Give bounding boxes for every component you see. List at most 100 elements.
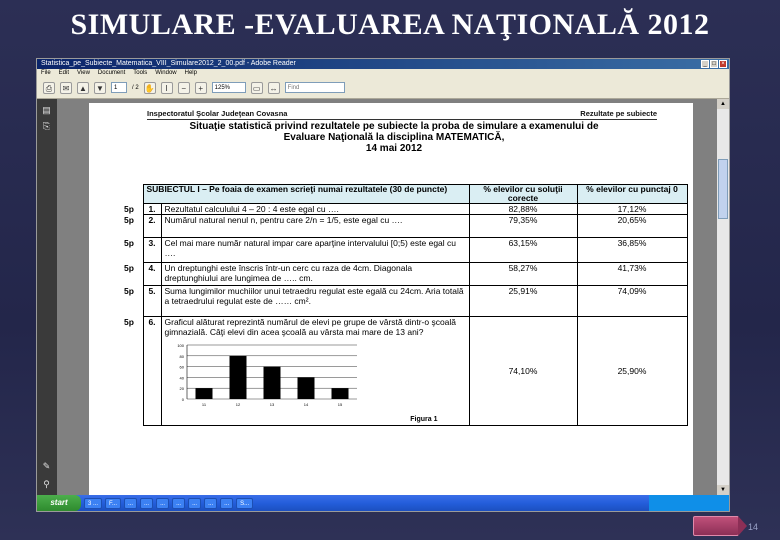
bar: [229, 355, 246, 399]
row-zero: 41,73%: [576, 262, 688, 286]
document-title: Situaţie statistică privind rezultatele …: [129, 121, 659, 154]
header-correct: % elevilor cu soluţii corecte: [468, 184, 578, 204]
taskbar-item[interactable]: ...: [140, 497, 154, 509]
row-points: 5p: [124, 237, 134, 248]
attachments-icon[interactable]: ⎘: [40, 121, 53, 131]
taskbar-item[interactable]: S...: [236, 497, 254, 509]
window-title: Statistica_pe_Subiecte_Matematica_VIII_S…: [41, 60, 296, 67]
menu-document[interactable]: Document: [98, 69, 125, 77]
document-header: Inspectoratul Şcolar Judeţean Covasna Re…: [147, 109, 657, 120]
taskbar-item[interactable]: 3 ...: [84, 497, 103, 509]
scroll-down-icon[interactable]: ▼: [717, 485, 729, 495]
row-zero: 17,12%: [576, 203, 688, 215]
paperclip-icon[interactable]: ⚲: [40, 479, 53, 489]
table-row: 5p 1. Rezultatul calculului 4 – 20 : 4 e…: [121, 203, 688, 215]
scroll-up-icon[interactable]: ▲: [717, 99, 729, 109]
taskbar-item[interactable]: ...: [188, 497, 202, 509]
row-question: Cel mai mare număr natural impar care ap…: [160, 237, 470, 263]
bar: [297, 377, 314, 399]
row-number: 5.: [142, 285, 162, 317]
fit-width-icon[interactable]: ↔: [267, 81, 280, 94]
next-slide-button[interactable]: [693, 516, 747, 536]
maximize-icon[interactable]: □: [710, 60, 718, 68]
taskbar-item[interactable]: ...: [156, 497, 170, 509]
menu-edit[interactable]: Edit: [59, 69, 69, 77]
x-tick-label: 15: [337, 402, 342, 407]
row-zero: 36,85%: [576, 237, 688, 263]
y-tick-label: 100: [177, 343, 184, 348]
slide-title: SIMULARE -EVALUAREA NAŢIONALĂ 2012: [70, 8, 710, 41]
page-number-input[interactable]: 1: [111, 82, 127, 93]
table-row: 5p 5. Suma lungimilor muchiilor unui tet…: [121, 285, 688, 317]
print-icon[interactable]: ⎙: [43, 81, 55, 94]
taskbar-item[interactable]: ...: [124, 497, 138, 509]
fit-page-icon[interactable]: ▭: [250, 81, 263, 94]
bar-chart-svg: 0 20 40 60 80 100 11 12 13 14 15: [177, 343, 357, 407]
comments-icon[interactable]: ✎: [40, 461, 53, 471]
question-6-text: Graficul alăturat reprezintă numărul de …: [164, 317, 457, 337]
bar: [263, 366, 280, 399]
find-input[interactable]: Find: [284, 82, 345, 93]
row-correct: 25,91%: [468, 285, 578, 317]
toolbar: ⎙ ✉ ▲ ▼ 1 / 2 ✋ I − + 125% ▭ ↔ Find: [37, 77, 729, 99]
minimize-icon[interactable]: _: [701, 60, 709, 68]
select-tool-icon[interactable]: I: [160, 81, 173, 94]
y-tick-label: 20: [179, 386, 184, 391]
menu-tools[interactable]: Tools: [133, 69, 147, 77]
x-tick-label: 13: [269, 402, 274, 407]
title-line-1: Situaţie statistică privind rezultatele …: [189, 121, 599, 132]
slide-page-number: 14: [748, 522, 759, 532]
x-tick-label: 12: [235, 402, 240, 407]
menu-help[interactable]: Help: [185, 69, 197, 77]
row-number: 3.: [142, 237, 162, 263]
zoom-out-icon[interactable]: −: [177, 81, 190, 94]
page-total: / 2: [132, 84, 139, 91]
taskbar-item[interactable]: F...: [105, 497, 122, 509]
zoom-in-icon[interactable]: +: [194, 81, 207, 94]
pages-icon[interactable]: ▤: [40, 105, 53, 115]
close-icon[interactable]: ×: [719, 60, 727, 68]
menu-file[interactable]: File: [41, 69, 51, 77]
table-row: 5p 3. Cel mai mare număr natural impar c…: [121, 237, 688, 263]
zoom-input[interactable]: 125%: [211, 82, 246, 93]
menu-bar: File Edit View Document Tools Window Hel…: [37, 69, 729, 77]
menu-view[interactable]: View: [77, 69, 90, 77]
title-line-3: 14 mai 2012: [365, 143, 423, 154]
results-table: SUBIECTUL I – Pe foaia de examen scrieţi…: [121, 184, 688, 426]
x-tick-label: 14: [303, 402, 308, 407]
next-page-icon[interactable]: ▼: [94, 81, 106, 94]
taskbar-item[interactable]: ...: [204, 497, 218, 509]
row-zero: 25,90%: [576, 316, 688, 426]
row-number: 4.: [142, 262, 162, 286]
y-tick-label: 80: [179, 354, 184, 359]
vertical-scrollbar[interactable]: ▲ ▼: [717, 99, 729, 495]
figure-caption: Figura 1: [410, 416, 438, 423]
row-question: Un dreptunghi este înscris într-un cerc …: [160, 262, 470, 286]
start-button[interactable]: start: [37, 495, 81, 511]
row-number: 6.: [142, 316, 162, 426]
row-question: Graficul alăturat reprezintă numărul de …: [160, 316, 470, 426]
row-correct: 79,35%: [468, 214, 578, 238]
row-number: 1.: [142, 203, 162, 215]
previous-page-icon[interactable]: ▲: [77, 81, 89, 94]
row-points: 5p: [124, 203, 134, 214]
row-points: 5p: [124, 214, 134, 225]
taskbar-item[interactable]: ...: [172, 497, 186, 509]
scroll-thumb[interactable]: [718, 159, 728, 219]
header-right: Rezultate pe subiecte: [580, 109, 657, 118]
email-icon[interactable]: ✉: [60, 81, 72, 94]
window-titlebar: Statistica_pe_Subiecte_Matematica_VIII_S…: [37, 59, 729, 69]
row-correct: 74,10%: [468, 316, 578, 426]
table-header-row: SUBIECTUL I – Pe foaia de examen scrieţi…: [121, 184, 688, 204]
taskbar: start 3 ... F... ... ... ... ... ... ...…: [37, 495, 729, 511]
hand-tool-icon[interactable]: ✋: [143, 81, 156, 94]
bar: [195, 388, 212, 399]
row-question: Rezultatul calculului 4 – 20 : 4 este eg…: [160, 203, 470, 215]
bar: [331, 388, 348, 399]
row-zero: 74,09%: [576, 285, 688, 317]
taskbar-item[interactable]: ...: [220, 497, 234, 509]
bar-chart: 0 20 40 60 80 100 11 12 13 14 15: [165, 341, 466, 413]
row-correct: 63,15%: [468, 237, 578, 263]
row-question: Suma lungimilor muchiilor unui tetraedru…: [160, 285, 470, 317]
menu-window[interactable]: Window: [155, 69, 176, 77]
